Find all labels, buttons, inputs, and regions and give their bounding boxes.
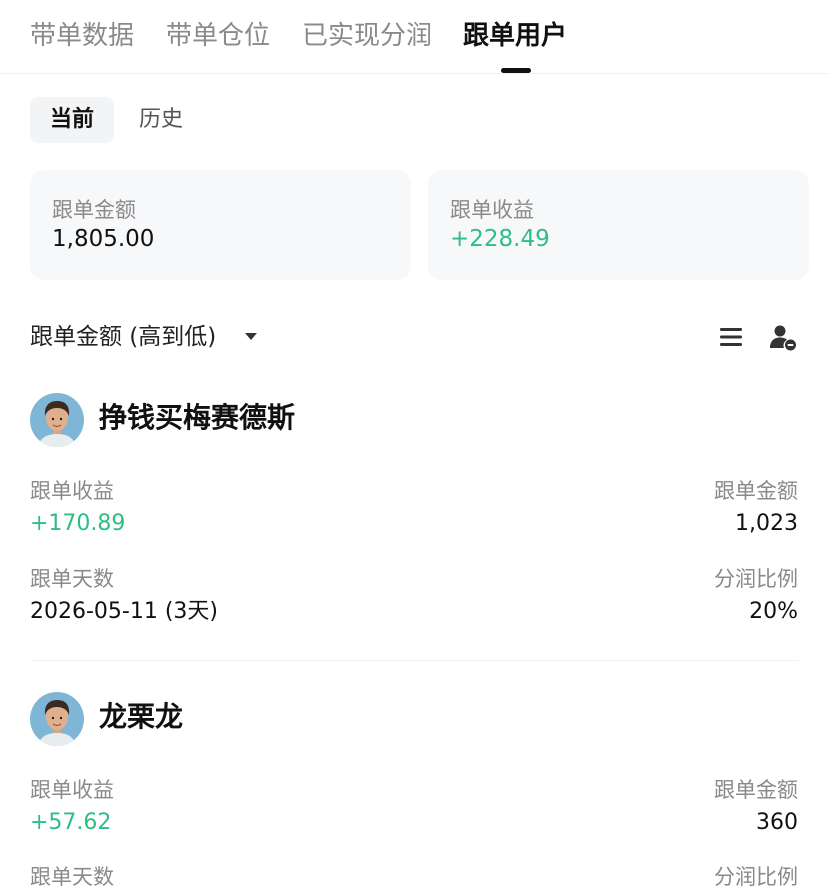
user-amount-value: 1,023 [735,511,798,536]
avatar [30,393,84,447]
segment-history[interactable]: 历史 [119,97,203,143]
copy-profit-value: +228.49 [450,226,550,252]
avatar [30,692,84,746]
tab-copy-users[interactable]: 跟单用户 [463,18,567,54]
user-name[interactable]: 挣钱买梅赛德斯 [99,398,295,438]
user-remove-icon[interactable] [769,323,797,351]
user-amount-value: 360 [756,810,798,835]
user-profit-label: 跟单收益 [30,778,114,802]
copy-profit-label: 跟单收益 [450,198,534,222]
user-days-label: 跟单天数 [30,865,114,889]
active-tab-indicator [501,68,531,73]
copy-amount-label: 跟单金额 [52,198,136,222]
copy-amount-value: 1,805.00 [52,226,155,252]
tab-lead-positions[interactable]: 带单仓位 [166,18,270,54]
tab-realized-profit-share[interactable]: 已实现分润 [302,18,432,54]
sort-dropdown[interactable]: 跟单金额 (高到低) [30,320,216,354]
caret-down-icon[interactable] [245,333,257,340]
user-ratio-label: 分润比例 [714,865,798,889]
user-name[interactable]: 龙栗龙 [99,697,183,737]
user-amount-label: 跟单金额 [714,778,798,802]
user-profit-value: +170.89 [30,511,126,536]
user-profit-value: +57.62 [30,810,112,835]
divider [30,660,798,661]
copy-amount-card: 跟单金额 1,805.00 [30,170,411,280]
user-days-label: 跟单天数 [30,567,114,591]
copy-profit-card: 跟单收益 +228.49 [428,170,809,280]
user-ratio-label: 分润比例 [714,567,798,591]
top-tab-bar: 带单数据 带单仓位 已实现分润 跟单用户 [0,0,828,74]
user-amount-label: 跟单金额 [714,479,798,503]
user-days-value: 2026-05-11 (3天) [30,599,219,624]
user-profit-label: 跟单收益 [30,479,114,503]
list-icon[interactable] [719,326,743,348]
tab-lead-data[interactable]: 带单数据 [30,18,134,54]
segment-current[interactable]: 当前 [30,97,115,143]
user-ratio-value: 20% [749,599,798,624]
